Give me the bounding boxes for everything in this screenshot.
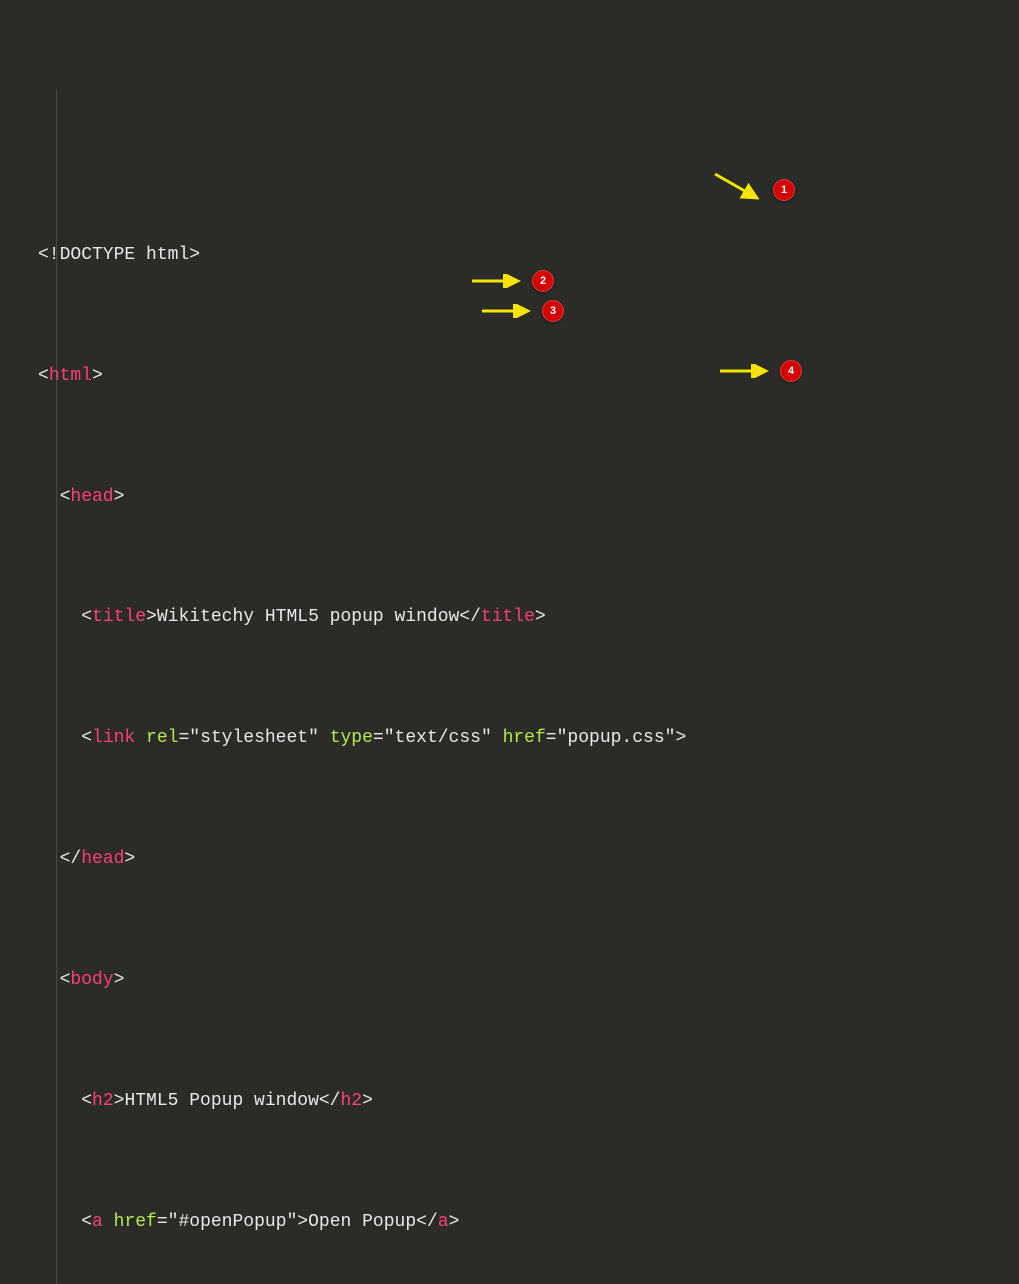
code-line: <link rel="stylesheet" type="text/css" h… — [38, 723, 981, 753]
arrow-icon — [711, 170, 767, 210]
code-line: <!DOCTYPE html> — [38, 240, 981, 270]
annotation-badge: 2 — [532, 270, 554, 292]
code-line: <a href="#openPopup">Open Popup</a> — [38, 1207, 981, 1237]
arrow-icon — [470, 274, 526, 288]
annotation-4: 4 — [718, 360, 802, 382]
code-line: <head> — [38, 482, 981, 512]
arrow-icon — [480, 304, 536, 318]
code-line: <body> — [38, 965, 981, 995]
code-line: <title>Wikitechy HTML5 popup window</tit… — [38, 602, 981, 632]
annotation-badge: 4 — [780, 360, 802, 382]
annotation-1: 1 — [711, 170, 795, 210]
code-line: <html> — [38, 361, 981, 391]
code-line: </head> — [38, 844, 981, 874]
doctype: <!DOCTYPE html> — [38, 245, 200, 265]
code-line: <h2>HTML5 Popup window</h2> — [38, 1086, 981, 1116]
annotation-badge: 3 — [542, 300, 564, 322]
annotation-2: 2 — [470, 270, 554, 292]
annotation-3: 3 — [480, 300, 564, 322]
code-editor: <!DOCTYPE html> <html> <head> <title>Wik… — [0, 0, 1019, 1284]
arrow-icon — [718, 364, 774, 378]
annotation-badge: 1 — [773, 179, 795, 201]
